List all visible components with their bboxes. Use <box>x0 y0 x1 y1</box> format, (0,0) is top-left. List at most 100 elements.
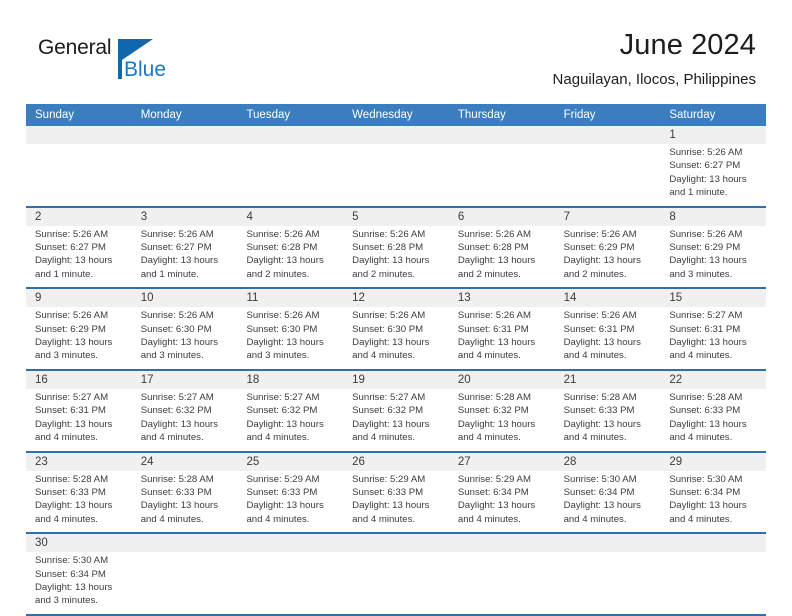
weekday-header-tuesday: Tuesday <box>246 109 291 121</box>
day-info-line: Daylight: 13 hours <box>352 255 430 267</box>
day-cell[interactable]: Sunrise: 5:27 AM Sunset: 6:32 PM Daylight:… <box>132 389 238 451</box>
day-cell[interactable]: Sunrise: 5:26 AM Sunset: 6:28 PM Daylight:… <box>449 226 555 288</box>
day-cell[interactable]: Sunrise: 5:26 AM Sunset: 6:31 PM Daylight:… <box>449 307 555 369</box>
day-number[interactable]: 13 <box>449 289 555 307</box>
day-number[interactable]: 6 <box>449 208 555 226</box>
day-cell[interactable]: Sunrise: 5:27 AM Sunset: 6:31 PM Daylight:… <box>660 307 766 369</box>
day-info-line: Daylight: 13 hours <box>246 500 324 512</box>
week-body-band: Sunrise: 5:30 AM Sunset: 6:34 PM Daylight:… <box>26 552 766 614</box>
day-cell[interactable]: Sunrise: 5:26 AM Sunset: 6:28 PM Daylight:… <box>343 226 449 288</box>
day-number[interactable]: 7 <box>555 208 661 226</box>
day-cell[interactable]: Sunrise: 5:26 AM Sunset: 6:27 PM Daylight:… <box>132 226 238 288</box>
day-number[interactable]: 20 <box>449 371 555 389</box>
day-info-line: Sunset: 6:31 PM <box>35 405 106 417</box>
day-cell[interactable]: Sunrise: 5:26 AM Sunset: 6:28 PM Daylight:… <box>237 226 343 288</box>
day-cell-empty <box>660 552 766 614</box>
day-info-line: Sunrise: 5:27 AM <box>246 391 320 403</box>
day-info-line: and 4 minutes. <box>669 432 733 444</box>
day-number[interactable]: 17 <box>132 371 238 389</box>
day-cell-empty <box>449 144 555 206</box>
day-number[interactable]: 10 <box>132 289 238 307</box>
day-cell[interactable]: Sunrise: 5:27 AM Sunset: 6:32 PM Daylight:… <box>343 389 449 451</box>
day-info-line: Sunset: 6:30 PM <box>140 323 212 335</box>
day-number[interactable]: 5 <box>343 208 449 226</box>
day-number[interactable]: 2 <box>26 208 132 226</box>
day-info-line: Sunset: 6:30 PM <box>352 323 424 335</box>
day-cell[interactable]: Sunrise: 5:27 AM Sunset: 6:32 PM Daylight:… <box>237 389 343 451</box>
day-number[interactable]: 27 <box>449 453 555 471</box>
day-info-line: Sunset: 6:31 PM <box>669 323 741 335</box>
day-number[interactable]: 25 <box>237 453 343 471</box>
day-number[interactable]: 30 <box>26 534 132 552</box>
weekday-header-sunday: Sunday <box>35 109 75 121</box>
day-info-line: and 4 minutes. <box>457 432 521 444</box>
day-cell[interactable]: Sunrise: 5:28 AM Sunset: 6:33 PM Daylight:… <box>555 389 661 451</box>
day-info-line: Daylight: 13 hours <box>563 418 641 430</box>
day-number[interactable]: 1 <box>660 126 766 144</box>
day-cell[interactable]: Sunrise: 5:26 AM Sunset: 6:30 PM Daylight:… <box>343 307 449 369</box>
day-info-line: Daylight: 13 hours <box>457 500 536 512</box>
day-number[interactable]: 29 <box>660 453 766 471</box>
day-number[interactable]: 3 <box>132 208 238 226</box>
day-info-line: and 3 minutes. <box>35 350 98 362</box>
day-cell[interactable]: Sunrise: 5:30 AM Sunset: 6:34 PM Daylight:… <box>660 471 766 533</box>
day-number[interactable]: 28 <box>555 453 661 471</box>
day-number[interactable]: 4 <box>237 208 343 226</box>
day-info-line: Sunrise: 5:26 AM <box>246 228 320 240</box>
day-number[interactable]: 22 <box>660 371 766 389</box>
day-cell[interactable]: Sunrise: 5:26 AM Sunset: 6:29 PM Daylight:… <box>26 307 132 369</box>
day-number[interactable]: 9 <box>26 289 132 307</box>
day-info-line: Daylight: 13 hours <box>140 418 219 430</box>
day-number[interactable]: 12 <box>343 289 449 307</box>
day-cell[interactable]: Sunrise: 5:27 AM Sunset: 6:31 PM Daylight:… <box>26 389 132 451</box>
day-cell[interactable]: Sunrise: 5:26 AM Sunset: 6:30 PM Daylight:… <box>132 307 238 369</box>
day-number[interactable]: 8 <box>660 208 766 226</box>
day-cell-empty <box>555 552 661 614</box>
day-info-line: Sunrise: 5:26 AM <box>246 310 320 322</box>
day-number[interactable]: 23 <box>26 453 132 471</box>
day-info-line: Sunset: 6:31 PM <box>563 323 635 335</box>
day-info-line: and 4 minutes. <box>35 432 98 444</box>
day-info-line: Daylight: 13 hours <box>35 418 113 430</box>
day-number[interactable]: 21 <box>555 371 661 389</box>
day-info-line: Sunset: 6:28 PM <box>246 242 318 254</box>
day-cell[interactable]: Sunrise: 5:26 AM Sunset: 6:27 PM Daylight:… <box>26 226 132 288</box>
day-number[interactable]: 18 <box>237 371 343 389</box>
day-number[interactable]: 16 <box>26 371 132 389</box>
day-cell[interactable]: Sunrise: 5:30 AM Sunset: 6:34 PM Daylight:… <box>555 471 661 533</box>
day-cell[interactable]: Sunrise: 5:29 AM Sunset: 6:34 PM Daylight:… <box>449 471 555 533</box>
day-number[interactable]: 11 <box>237 289 343 307</box>
day-cell[interactable]: Sunrise: 5:28 AM Sunset: 6:33 PM Daylight:… <box>26 471 132 533</box>
day-cell[interactable]: Sunrise: 5:28 AM Sunset: 6:33 PM Daylight:… <box>132 471 238 533</box>
day-cell[interactable]: Sunrise: 5:30 AM Sunset: 6:34 PM Daylight:… <box>26 552 132 614</box>
day-info-line: Sunset: 6:33 PM <box>35 486 106 498</box>
day-info-line: Sunset: 6:32 PM <box>246 405 318 417</box>
week-body-band: Sunrise: 5:26 AM Sunset: 6:27 PM Daylight:… <box>26 144 766 206</box>
day-cell[interactable]: Sunrise: 5:29 AM Sunset: 6:33 PM Daylight:… <box>237 471 343 533</box>
day-number[interactable]: 26 <box>343 453 449 471</box>
day-info-line: Sunrise: 5:26 AM <box>140 228 214 240</box>
day-cell[interactable]: Sunrise: 5:28 AM Sunset: 6:32 PM Daylight:… <box>449 389 555 451</box>
day-cell[interactable]: Sunrise: 5:26 AM Sunset: 6:30 PM Daylight:… <box>237 307 343 369</box>
day-cell[interactable]: Sunrise: 5:29 AM Sunset: 6:33 PM Daylight:… <box>343 471 449 533</box>
logo-text-blue: Blue <box>124 58 167 81</box>
day-info-line: Daylight: 13 hours <box>457 255 536 267</box>
day-info-line: Sunset: 6:27 PM <box>669 160 741 172</box>
day-number[interactable]: 24 <box>132 453 238 471</box>
week-date-band: 16 17 18 19 20 21 22 <box>26 370 766 389</box>
day-cell[interactable]: Sunrise: 5:26 AM Sunset: 6:31 PM Daylight:… <box>555 307 661 369</box>
day-cell[interactable]: Sunrise: 5:26 AM Sunset: 6:29 PM Daylight:… <box>660 226 766 288</box>
day-cell[interactable]: Sunrise: 5:28 AM Sunset: 6:33 PM Daylight:… <box>660 389 766 451</box>
day-cell[interactable]: Sunrise: 5:26 AM Sunset: 6:29 PM Daylight:… <box>555 226 661 288</box>
day-info-line: Sunrise: 5:27 AM <box>35 391 109 403</box>
day-cell-empty <box>132 552 238 614</box>
day-info-line: and 4 minutes. <box>352 350 416 362</box>
day-number-empty <box>343 126 449 144</box>
day-info-line: Daylight: 13 hours <box>35 255 113 267</box>
day-number[interactable]: 19 <box>343 371 449 389</box>
day-number[interactable]: 14 <box>555 289 661 307</box>
day-cell[interactable]: Sunrise: 5:26 AM Sunset: 6:27 PM Daylight:… <box>660 144 766 206</box>
general-blue-logo[interactable]: General Blue <box>38 36 188 94</box>
day-info-line: Sunrise: 5:28 AM <box>563 391 637 403</box>
day-number[interactable]: 15 <box>660 289 766 307</box>
